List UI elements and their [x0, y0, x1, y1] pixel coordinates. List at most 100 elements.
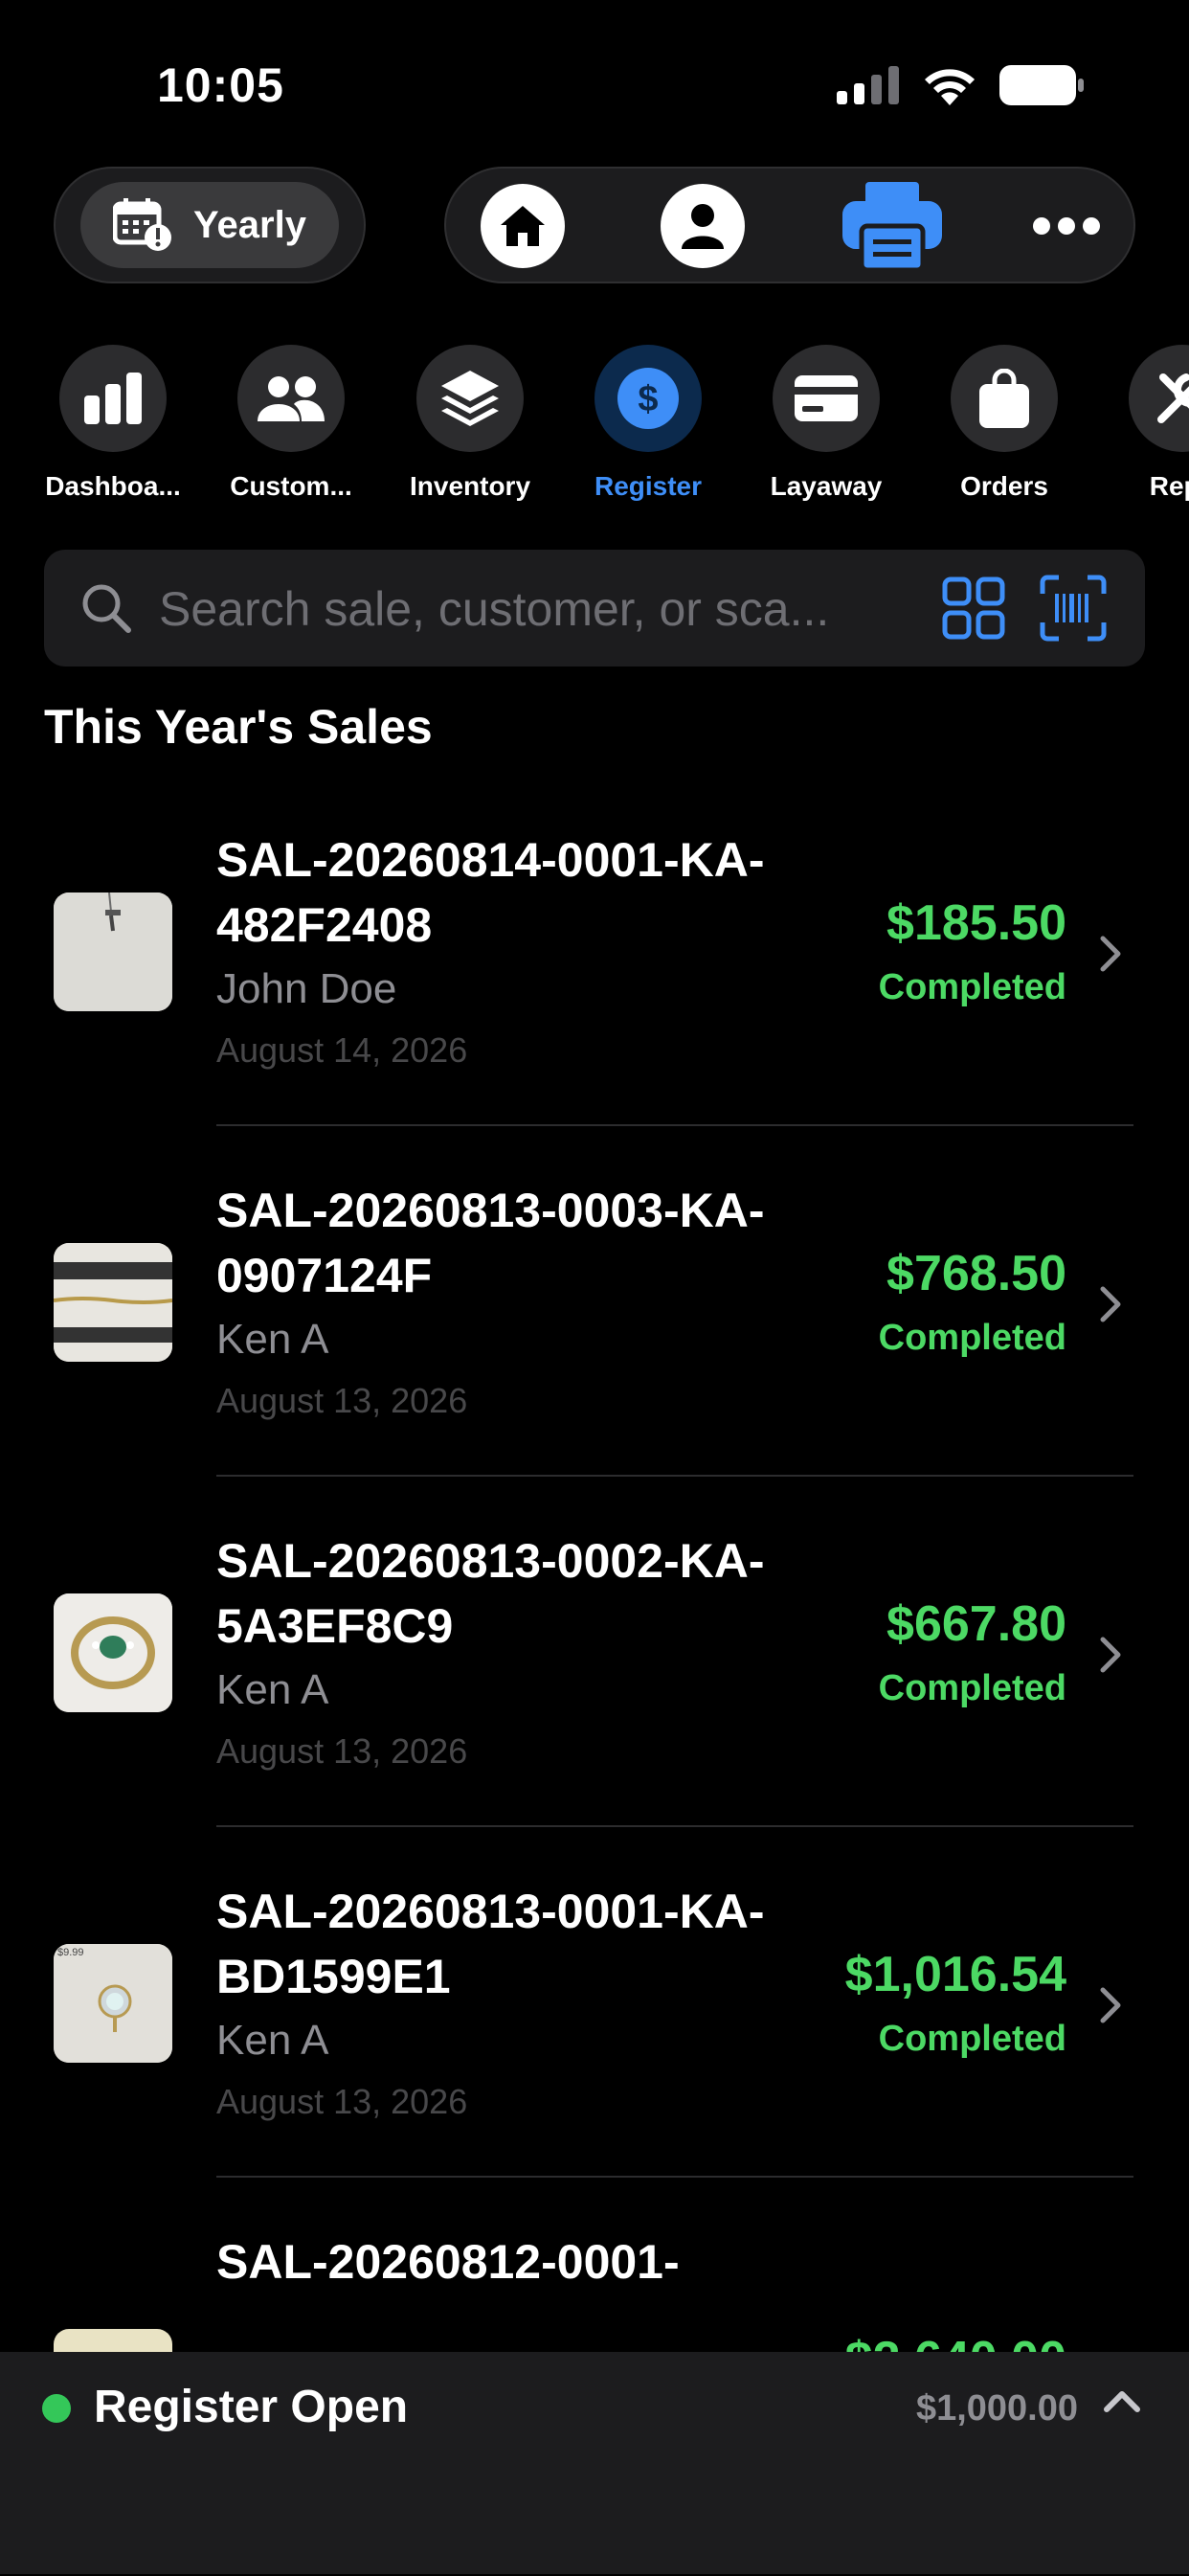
search-input[interactable]	[157, 573, 965, 645]
wrench-icon	[1157, 373, 1189, 423]
sale-date: August 14, 2026	[216, 1030, 468, 1070]
calendar-alert-icon	[113, 198, 172, 251]
status-icons	[837, 65, 1084, 105]
layers-icon	[441, 371, 499, 426]
printer-icon	[842, 182, 942, 273]
bag-icon	[979, 369, 1029, 428]
more-icon	[1033, 217, 1100, 235]
sale-id: SAL-20260813-0001-KA-BD1599E1	[216, 1885, 765, 2003]
pendant-image: $9.99	[54, 1944, 172, 2063]
bar-chart-icon	[84, 373, 142, 424]
chevron-up-icon[interactable]	[1103, 2388, 1141, 2413]
svg-text:$: $	[638, 379, 658, 419]
sale-customer: John Doe	[216, 965, 397, 1012]
cellular-signal-icon	[837, 66, 899, 104]
register-amount: $1,000.00	[915, 2388, 1078, 2429]
sale-id: SAL-20260812-0001-	[216, 2235, 680, 2289]
product-thumbnail: $9.99	[54, 1944, 172, 2063]
sale-date: August 13, 2026	[216, 1731, 468, 1771]
search-bar	[44, 550, 1145, 667]
module-register[interactable]: $ Register	[567, 345, 729, 502]
chevron-right-icon	[1100, 1987, 1121, 2023]
sale-id: SAL-20260813-0002-KA-5A3EF8C9	[216, 1534, 765, 1653]
module-icon-bg	[237, 345, 345, 452]
search-icon	[82, 584, 131, 633]
module-inventory[interactable]: Inventory	[389, 345, 551, 502]
sale-customer: Ken A	[216, 1666, 329, 1713]
chevron-right-icon	[1100, 1637, 1121, 1673]
row-divider	[216, 1124, 1133, 1126]
sale-id: SAL-20260814-0001-KA-482F2408	[216, 833, 765, 952]
module-icon-bg: $	[594, 345, 702, 452]
price-tag: $9.99	[57, 1947, 84, 1958]
sale-status: Completed	[878, 1668, 1066, 1708]
module-icon-bg	[1129, 345, 1189, 452]
module-icon-bg	[416, 345, 524, 452]
yearly-label: Yearly	[193, 203, 306, 246]
grid-view-icon[interactable]	[942, 576, 1005, 640]
sale-date: August 13, 2026	[216, 1381, 468, 1420]
wifi-icon	[925, 69, 975, 105]
module-orders[interactable]: Orders	[923, 345, 1086, 502]
sale-status: Completed	[878, 1318, 1066, 1358]
pendant-image	[54, 893, 172, 1011]
section-title: This Year's Sales	[44, 700, 433, 754]
module-label: Repa	[1149, 471, 1189, 501]
sale-status: Completed	[878, 967, 1066, 1007]
yearly-period-button[interactable]: Yearly	[80, 182, 339, 268]
module-layaway[interactable]: Layaway	[745, 345, 908, 502]
home-button[interactable]	[481, 184, 565, 268]
sale-amount: $667.80	[886, 1596, 1066, 1652]
module-label: Custom...	[230, 471, 352, 501]
people-icon	[258, 376, 325, 421]
period-selector-container: Yearly	[54, 167, 366, 283]
module-icon-bg	[951, 345, 1058, 452]
bracelet-image	[54, 1243, 172, 1362]
profile-icon	[682, 204, 724, 249]
sale-amount: $768.50	[886, 1246, 1066, 1301]
card-icon	[795, 375, 858, 421]
sale-amount: $1,016.54	[844, 1947, 1066, 2002]
module-label: Register	[594, 471, 703, 501]
product-thumbnail	[54, 1593, 172, 1712]
module-customers[interactable]: Custom...	[210, 345, 372, 502]
module-label: Dashboa...	[45, 471, 181, 501]
sale-row[interactable]: SAL-20260813-0002-KA-5A3EF8C9 Ken A Augu…	[0, 1525, 1189, 1875]
module-icon-bg	[59, 345, 167, 452]
sale-customer: Ken A	[216, 1316, 329, 1363]
profile-button[interactable]	[661, 184, 745, 268]
module-dashboard[interactable]: Dashboa...	[32, 345, 194, 502]
barcode-scan-icon[interactable]	[1040, 575, 1107, 642]
sale-row[interactable]: SAL-20260814-0001-KA-482F2408 John Doe A…	[0, 824, 1189, 1174]
sale-date: August 13, 2026	[216, 2082, 468, 2121]
chevron-right-icon	[1100, 1286, 1121, 1322]
register-open-indicator	[42, 2394, 71, 2423]
sale-row[interactable]: $9.99 SAL-20260813-0001-KA-BD1599E1 Ken …	[0, 1875, 1189, 2226]
home-icon	[501, 206, 545, 246]
status-time: 10:05	[157, 58, 284, 112]
product-thumbnail	[54, 1243, 172, 1362]
sale-customer: Ken A	[216, 2017, 329, 2064]
chevron-right-icon	[1100, 936, 1121, 972]
module-repairs[interactable]: Repa	[1101, 345, 1189, 502]
sale-id: SAL-20260813-0003-KA-0907124F	[216, 1184, 765, 1302]
module-label: Orders	[960, 471, 1048, 501]
module-label: Layaway	[770, 471, 883, 501]
sale-status: Completed	[878, 2019, 1066, 2059]
dollar-icon: $	[617, 368, 679, 429]
register-status-bar[interactable]: Register Open $1,000.00	[0, 2352, 1189, 2574]
battery-icon	[999, 65, 1084, 105]
row-divider	[216, 2176, 1133, 2178]
row-divider	[216, 1475, 1133, 1477]
row-divider	[216, 1825, 1133, 1827]
product-thumbnail	[54, 893, 172, 1011]
module-label: Inventory	[409, 471, 531, 501]
printer-button[interactable]	[842, 182, 942, 273]
module-icon-bg	[773, 345, 880, 452]
sale-row[interactable]: SAL-20260813-0003-KA-0907124F Ken A Augu…	[0, 1174, 1189, 1525]
register-status: Register Open	[94, 2382, 409, 2432]
sale-amount: $185.50	[886, 895, 1066, 951]
more-button[interactable]	[1032, 213, 1101, 239]
top-nav-bar	[444, 167, 1135, 283]
ring-image	[54, 1593, 172, 1712]
